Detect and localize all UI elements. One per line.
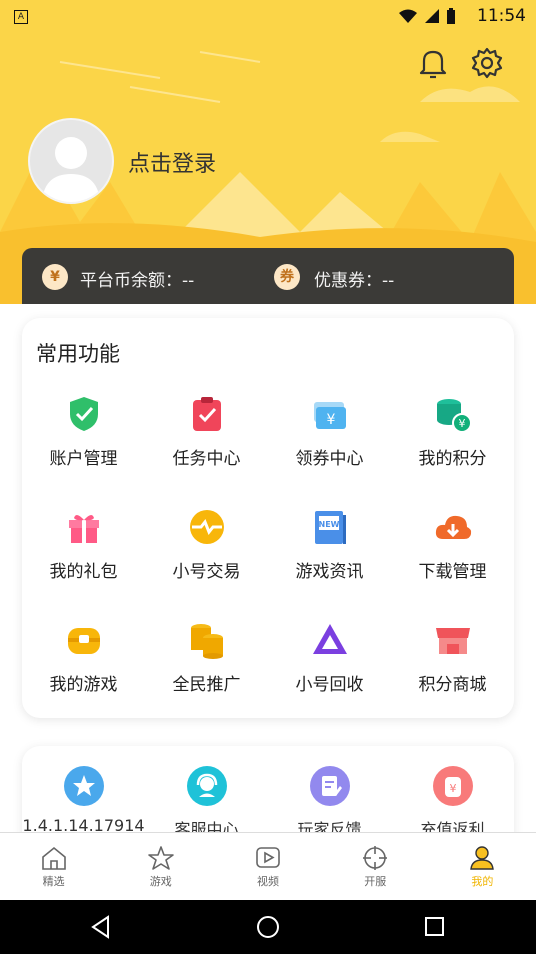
function-label: 下载管理 <box>418 562 487 582</box>
coupon-balance[interactable]: 优惠券：-- <box>314 266 394 291</box>
shield-check-icon <box>69 397 98 431</box>
video-play-icon <box>256 847 280 868</box>
star-outline-icon <box>147 846 174 870</box>
svg-text:¥: ¥ <box>326 412 335 428</box>
service-version[interactable]: 1.4.1.14.17914 <box>22 766 145 840</box>
function-account[interactable]: 账户管理 <box>22 394 145 507</box>
function-my-points[interactable]: ¥ 我的积分 <box>391 394 514 507</box>
nav-label: 游戏 <box>149 875 172 888</box>
service-customer-center[interactable]: 客服中心 <box>145 766 268 840</box>
balance-bar: ¥ 平台币余额：-- 券 优惠券：-- <box>22 248 514 304</box>
battery-icon <box>447 8 455 24</box>
gift-box-icon <box>68 514 99 543</box>
function-my-gifts[interactable]: 我的礼包 <box>22 507 145 620</box>
nav-games[interactable]: 游戏 <box>107 833 214 901</box>
nav-server-open[interactable]: 开服 <box>322 833 429 901</box>
function-label: 游戏资讯 <box>295 562 364 582</box>
common-functions-title: 常用功能 <box>36 342 120 366</box>
bottom-nav: 精选 游戏 视频 开服 我的 <box>0 832 536 901</box>
nav-video[interactable]: 视频 <box>214 833 321 901</box>
home-icon <box>41 846 66 870</box>
function-coupon-center[interactable]: ¥ 领券中心 <box>268 394 391 507</box>
status-icons <box>398 8 456 24</box>
function-label: 小号交易 <box>172 562 241 582</box>
function-label: 我的礼包 <box>49 562 118 582</box>
common-functions-card: 常用功能 账户管理 任务中心 ¥ 领券中心 ¥ 我的积分 我的礼包 小号交易 N… <box>22 318 514 718</box>
function-label: 我的积分 <box>418 449 487 469</box>
clipboard-check-icon <box>192 397 221 431</box>
store-icon <box>435 628 470 654</box>
coin-stack-icon: ¥ <box>436 399 472 433</box>
function-points-mall[interactable]: 积分商城 <box>391 620 514 733</box>
function-my-games[interactable]: 我的游戏 <box>22 620 145 733</box>
functions-grid: 账户管理 任务中心 ¥ 领券中心 ¥ 我的积分 我的礼包 小号交易 NEW 游戏… <box>22 394 514 733</box>
nav-label: 开服 <box>364 875 387 888</box>
function-label: 积分商城 <box>418 675 487 695</box>
service-feedback[interactable]: 玩家反馈 <box>268 766 391 840</box>
coins-icon <box>190 624 223 659</box>
wifi-icon <box>399 9 417 23</box>
signal-icon <box>425 9 439 23</box>
nav-label: 我的 <box>471 875 494 888</box>
avatar-placeholder-icon <box>42 137 100 202</box>
recents-icon[interactable] <box>422 914 448 940</box>
function-label: 我的游戏 <box>49 675 118 695</box>
service-recharge-rebate[interactable]: ¥ 充值返利 <box>391 766 514 840</box>
star-circle-icon <box>63 766 104 806</box>
notification-icon: A <box>14 10 28 24</box>
recycle-triangle-icon <box>312 624 347 654</box>
cloud-download-icon <box>435 515 471 539</box>
gear-icon[interactable] <box>470 46 504 80</box>
back-icon[interactable] <box>88 914 114 940</box>
function-account-recycle[interactable]: 小号回收 <box>268 620 391 733</box>
status-bar: A 11:54 <box>0 0 536 32</box>
svg-text:¥: ¥ <box>449 782 456 795</box>
function-label: 账户管理 <box>49 449 118 469</box>
avatar[interactable] <box>28 118 114 204</box>
trade-circle-icon <box>189 510 224 544</box>
function-promotion[interactable]: 全民推广 <box>145 620 268 733</box>
function-label: 小号回收 <box>295 675 364 695</box>
game-box-icon <box>67 628 100 654</box>
system-nav-bar <box>0 900 536 954</box>
function-label: 任务中心 <box>172 449 241 469</box>
function-label: 全民推广 <box>172 675 241 695</box>
platform-coin-balance[interactable]: 平台币余额：-- <box>80 266 194 291</box>
svg-text:NEW: NEW <box>318 520 339 529</box>
nav-label: 视频 <box>257 875 279 888</box>
headset-circle-icon <box>186 766 227 806</box>
function-game-news[interactable]: NEW 游戏资讯 <box>268 507 391 620</box>
function-download-manager[interactable]: 下载管理 <box>391 507 514 620</box>
function-account-trade[interactable]: 小号交易 <box>145 507 268 620</box>
function-task-center[interactable]: 任务中心 <box>145 394 268 507</box>
home-circle-icon[interactable] <box>255 914 281 940</box>
crosshair-icon <box>363 846 388 870</box>
rebate-circle-icon: ¥ <box>432 766 473 806</box>
services-grid: 1.4.1.14.17914 客服中心 玩家反馈 ¥ 充值返利 <box>22 766 514 840</box>
function-label: 领券中心 <box>295 449 364 469</box>
nav-mine[interactable]: 我的 <box>429 833 536 901</box>
login-link[interactable]: 点击登录 <box>128 146 216 178</box>
coupon-ticket-icon: ¥ <box>313 402 346 429</box>
user-icon <box>470 846 495 870</box>
coupon-icon: 券 <box>274 264 300 290</box>
nav-featured[interactable]: 精选 <box>0 833 107 901</box>
status-time: 11:54 <box>477 6 526 26</box>
bell-icon[interactable] <box>416 46 450 80</box>
feedback-circle-icon <box>309 766 350 806</box>
nav-label: 精选 <box>42 875 65 888</box>
news-icon: NEW <box>314 511 346 544</box>
yuan-coin-icon: ¥ <box>42 264 68 290</box>
svg-text:¥: ¥ <box>458 417 465 430</box>
